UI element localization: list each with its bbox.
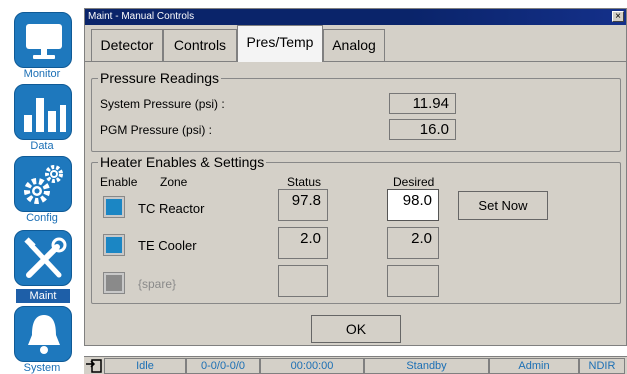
- te-cooler-zone-label: TE Cooler: [138, 238, 197, 253]
- system-pressure-label: System Pressure (psi) :: [100, 97, 225, 111]
- status-header: Status: [287, 175, 322, 189]
- gears-icon: [24, 165, 63, 204]
- status-bar: Idle 0-0/0-0/0 00:00:00 Standby Admin ND…: [84, 356, 627, 374]
- sidebar-label-config: Config: [26, 212, 58, 224]
- heater-settings-group: Heater Enables & Settings Enable Zone St…: [91, 154, 621, 304]
- sidebar-item-system[interactable]: [14, 306, 72, 362]
- tc-reactor-status-value: 97.8: [278, 189, 328, 221]
- sidebar-item-data[interactable]: [14, 84, 72, 140]
- sidebar: Monitor Data Config Maint System: [0, 0, 84, 374]
- tc-reactor-enable-checkbox[interactable]: [103, 196, 125, 218]
- status-state: Idle: [104, 358, 186, 374]
- manual-controls-window: Maint - Manual Controls × Detector Contr…: [84, 8, 627, 346]
- window-title: Maint - Manual Controls: [88, 11, 195, 22]
- pressure-readings-group: Pressure Readings System Pressure (psi) …: [91, 70, 621, 152]
- zone-header: Zone: [160, 175, 188, 189]
- spare-enable-checkbox: [103, 272, 125, 294]
- status-user: Admin: [489, 358, 579, 374]
- enable-header: Enable: [100, 175, 138, 189]
- bell-icon: [28, 315, 60, 354]
- bar-chart-icon: [24, 98, 66, 132]
- tab-analog[interactable]: Analog: [323, 29, 385, 61]
- status-time: 00:00:00: [260, 358, 364, 374]
- sidebar-item-config[interactable]: [14, 156, 72, 212]
- set-now-button[interactable]: Set Now: [458, 191, 548, 220]
- tc-reactor-zone-label: TC Reactor: [138, 201, 205, 216]
- sidebar-label-data: Data: [30, 140, 54, 152]
- te-cooler-status-value: 2.0: [278, 227, 328, 259]
- tab-controls[interactable]: Controls: [163, 29, 237, 61]
- pgm-pressure-value: 16.0: [389, 119, 456, 140]
- monitor-icon: [26, 24, 62, 59]
- sidebar-item-maint[interactable]: [14, 230, 72, 286]
- tab-panel-pres-temp: Pressure Readings System Pressure (psi) …: [85, 61, 626, 311]
- status-counts: 0-0/0-0/0: [186, 358, 260, 374]
- tools-icon: [24, 237, 67, 278]
- window-titlebar: Maint - Manual Controls ×: [85, 9, 626, 25]
- desired-header: Desired: [393, 175, 435, 189]
- spare-zone-label: {spare}: [138, 277, 177, 291]
- status-mode: Standby: [364, 358, 489, 374]
- tab-pres-temp[interactable]: Pres/Temp: [237, 25, 323, 62]
- sidebar-label-maint: Maint: [16, 289, 70, 303]
- sidebar-item-monitor[interactable]: [14, 12, 72, 68]
- te-cooler-desired-input[interactable]: 2.0: [387, 227, 439, 259]
- te-cooler-enable-checkbox[interactable]: [103, 234, 125, 256]
- close-button[interactable]: ×: [612, 11, 624, 22]
- pgm-pressure-label: PGM Pressure (psi) :: [100, 123, 213, 137]
- system-pressure-value: 11.94: [389, 93, 456, 114]
- heater-settings-title: Heater Enables & Settings: [98, 154, 267, 170]
- tc-reactor-desired-input[interactable]: 98.0: [387, 189, 439, 221]
- status-detector: NDIR: [579, 358, 625, 374]
- sidebar-label-system: System: [23, 362, 61, 374]
- network-icon: [86, 359, 102, 373]
- spare-status-value: [278, 265, 328, 297]
- sidebar-label-monitor: Monitor: [23, 68, 61, 80]
- spare-desired-input: [387, 265, 439, 297]
- pressure-readings-title: Pressure Readings: [98, 70, 222, 86]
- ok-button[interactable]: OK: [311, 315, 401, 343]
- tab-detector[interactable]: Detector: [91, 29, 163, 61]
